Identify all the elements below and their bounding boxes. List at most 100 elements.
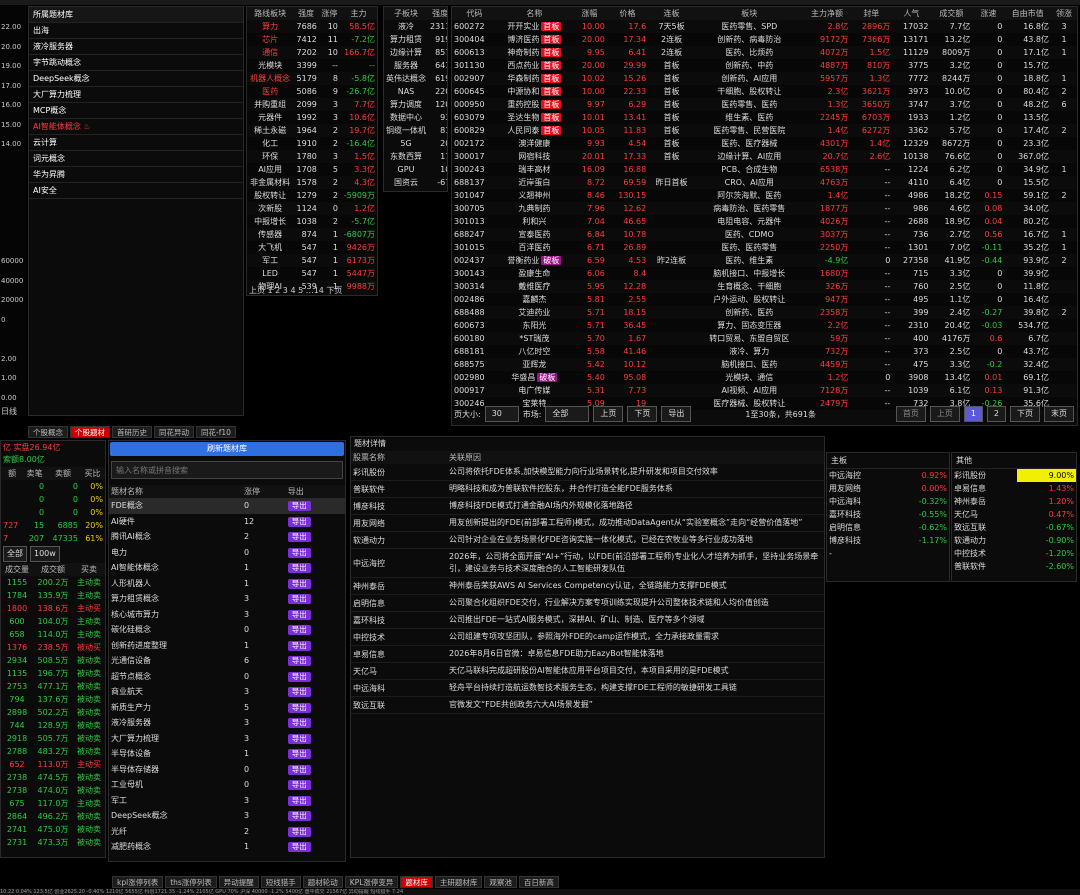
sub-header[interactable]: 子板块 [384,7,428,20]
sector-pager[interactable]: 上页 1 2 3 4 5 …14 下页 [249,285,342,295]
mainboard-row[interactable]: 嘉环科技 -0.55% [827,508,949,521]
detail-row[interactable]: 启明信息 公司聚合化组织FDE交付，行业解决方案专项训练实现提升公司整体技术链和人… [351,594,824,612]
sector-row[interactable]: 中报增长 1038 2 -5.7亿 [247,215,377,228]
sector-row[interactable]: 环保 1780 3 1.5亿 [247,150,377,163]
detail-row[interactable]: 彩讯股份 公司将依托FDE体系,加快模型能力向行业场景转化,提升研发和项目交付效率 [351,464,824,481]
theme-export-button[interactable]: 导出 [287,687,311,698]
fund-header[interactable]: 额 [1,467,24,480]
trade-header[interactable]: 成交量 [1,563,34,576]
sector-header[interactable]: 涨停 [318,7,340,20]
other-row[interactable]: 致远互联 -0.67% [952,521,1076,534]
theme-row[interactable]: 人形机器人 1 导出 [109,576,345,592]
sector-row[interactable]: 光模块 3399 -- -- [247,59,377,72]
theme-export-button[interactable]: 导出 [287,640,311,651]
stock-header[interactable]: 价格 [606,7,649,20]
hot-list-item[interactable]: 出海 [29,23,243,39]
theme-export-button[interactable]: 导出 [287,702,311,713]
theme-header[interactable]: 题材名称 [109,485,242,498]
theme-row[interactable]: AI硬件 12 导出 [109,514,345,530]
theme-row[interactable]: AI智能体概念 1 导出 [109,560,345,576]
trade-header[interactable]: 买卖 [72,563,105,576]
sector-row[interactable]: 非金属材料 1578 2 4.3亿 [247,176,377,189]
stock-row[interactable]: 002907 华森制药 首板 10.02 15.26 首板 创新药、AI应用 5957万 1.3… [452,72,1077,85]
sector-row[interactable]: 次新股 1124 0 1.2亿 [247,202,377,215]
sector-row[interactable]: 股权转让 1279 2 -5909万 [247,189,377,202]
trade-header[interactable]: 成交额 [33,563,73,576]
theme-export-button[interactable]: 导出 [287,609,311,620]
stock-header[interactable]: 代码 [452,7,497,20]
detail-row[interactable]: 嘉环科技 公司推出FDE一站式AI服务模式，深耕AI、矿山、制造、医疗等多个领域 [351,611,824,629]
theme-row[interactable]: 半导体存储器 0 导出 [109,762,345,778]
next-page-button-2[interactable]: 下页 [1010,406,1040,422]
theme-export-button[interactable]: 导出 [287,547,311,558]
sector-row[interactable]: 机器人概念 5179 8 -5.8亿 [247,72,377,85]
theme-export-button[interactable]: 导出 [287,733,311,744]
hot-list-item[interactable]: DeepSeek概念 [29,71,243,87]
theme-row[interactable]: 算力租赁概念 3 导出 [109,591,345,607]
theme-export-button[interactable]: 导出 [287,578,311,589]
sector-row[interactable]: 传感器 874 1 -6807万 [247,228,377,241]
stock-header[interactable]: 主力净额 [803,7,851,20]
stock-row[interactable]: 600829 人民同泰 首板 10.05 11.83 首板 医药零售、民营医院 1.4亿 627… [452,124,1077,137]
sub-row[interactable]: NAS 220 [384,85,447,98]
theme-row[interactable]: 光纤 2 导出 [109,824,345,840]
mainboard-row[interactable]: 中远海科 -0.32% [827,495,949,508]
sector-row[interactable]: 算力 7686 10 58.5亿 [247,20,377,33]
other-row[interactable]: 卓易信息 1.43% [952,482,1076,495]
stock-row[interactable]: 300404 博济医药 首板 20.00 17.34 2连板 创新药、病毒防治 9172万 73… [452,33,1077,46]
stock-row[interactable]: 688488 艾迪药业 5.71 18.15 创新药、医药 2358万 -- 399 2.4亿 -… [452,306,1077,319]
theme-row[interactable]: 减肥药概念 1 导出 [109,839,345,855]
theme-row[interactable]: 电力 0 导出 [109,545,345,561]
theme-header[interactable]: 导出 [285,485,345,498]
bottom-tab[interactable]: 短线猎手 [260,876,301,888]
stock-header[interactable]: 板块 [694,7,804,20]
theme-export-button[interactable]: 导出 [287,826,311,837]
stock-row[interactable]: 002980 华盛昌 破板 5.40 95.08 光模块、通信 1.2亿 0 3908 13.4亿… [452,371,1077,384]
left-tab[interactable]: 首研历史 [112,426,152,438]
theme-row[interactable]: 半导体设备 1 导出 [109,746,345,762]
stock-header[interactable]: 名称 [496,7,572,20]
stock-row[interactable]: 600180 *ST瑞茂 5.70 1.67 转口贸易、东盟自贸区 59万 -- 400 417… [452,332,1077,345]
hot-list-item[interactable]: AI智能体概念 ♨ [29,119,243,135]
detail-row[interactable]: 普联软件 明略科技和成为普联软件控股东，并合作打造全能FDE服务体系 [351,480,824,498]
bottom-tab[interactable]: ths涨停列表 [165,876,217,888]
left-tab[interactable]: 同花-f10 [196,426,236,438]
fund-header[interactable]: 买比 [79,467,105,480]
other-row[interactable]: 彩讯股份 9.00% [952,469,1076,482]
sector-row[interactable]: 元器件 1992 3 10.6亿 [247,111,377,124]
sub-row[interactable]: 服务器 641 [384,59,447,72]
theme-row[interactable]: 碳化硅概念 0 导出 [109,622,345,638]
sub-header[interactable]: 强度 [428,7,447,20]
theme-row[interactable]: 超节点概念 0 导出 [109,669,345,685]
theme-row[interactable]: 腾讯AI概念 2 导出 [109,529,345,545]
theme-export-button[interactable]: 导出 [287,764,311,775]
detail-row[interactable]: 神州泰岳 神州泰岳荣获AWS AI Services Competency认证，全… [351,577,824,595]
stock-row[interactable]: 002172 澳洋健康 9.93 4.54 首板 医药、医疗器械 4301万 1.4亿 1232… [452,137,1077,150]
sector-row[interactable]: 稀土永磁 1964 2 19.7亿 [247,124,377,137]
sector-row[interactable]: 大飞机 547 1 9426万 [247,241,377,254]
stock-header[interactable]: 自由市值 [1004,7,1051,20]
theme-export-button[interactable]: 导出 [287,656,311,667]
stock-row[interactable]: 688247 宣泰医药 6.84 10.78 医药、CDMO 3037万 -- 736 2.7亿… [452,228,1077,241]
other-row[interactable]: 软通动力 -0.90% [952,534,1076,547]
theme-export-button[interactable]: 导出 [287,532,311,543]
theme-row[interactable]: 创新药进度整理 1 导出 [109,638,345,654]
stock-row[interactable]: 688575 亚辉龙 5.42 10.12 脑机接口、医药 4459万 -- 475 3.3亿 -… [452,358,1077,371]
stock-row[interactable]: 600272 开开实业 首板 10.00 17.6 7天5板 医药零售、SPD 2.8亿 289… [452,20,1077,33]
bottom-tab[interactable]: 百日新高 [518,876,559,888]
detail-row[interactable]: 中控技术 公司组建专项攻坚团队，参照海外FDE的camp运作模式，全力承接政量需求 [351,628,824,646]
last-page-button[interactable]: 末页 [1044,406,1074,422]
theme-export-button[interactable]: 导出 [287,780,311,791]
theme-row[interactable]: 工业母机 0 导出 [109,777,345,793]
theme-row[interactable]: 新质生产力 5 导出 [109,700,345,716]
sector-row[interactable]: 并购重组 2099 3 7.7亿 [247,98,377,111]
hot-list-item[interactable]: 液冷服务器 [29,39,243,55]
other-row[interactable]: 天亿马 0.47% [952,508,1076,521]
next-page-button[interactable]: 下页 [627,406,658,422]
theme-export-button[interactable]: 导出 [287,671,311,682]
detail-row[interactable]: 天亿马 天亿马联科完成超研股份AI智能体应用平台项目交付，本项目采用的是FDE模式 [351,662,824,680]
stock-header[interactable]: 封单 [850,7,893,20]
stock-header[interactable]: 连板 [648,7,695,20]
sector-row[interactable]: AI应用 1708 5 3.3亿 [247,163,377,176]
sector-row[interactable]: 芯片 7412 11 -7.2亿 [247,33,377,46]
